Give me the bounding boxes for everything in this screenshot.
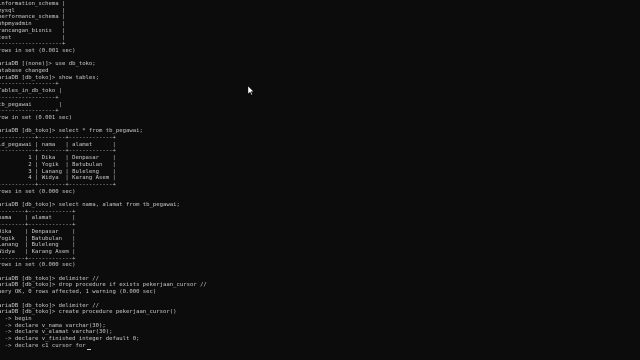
terminal-line: -> declare c1 cursor for bbox=[0, 342, 91, 350]
terminal-line: row in set (0.001 sec) bbox=[0, 114, 73, 121]
terminal-line: rows in set (0.000 sec) bbox=[0, 262, 76, 269]
terminal-line: rows in set (0.001 sec) bbox=[0, 47, 76, 54]
mouse-pointer-icon bbox=[248, 86, 254, 95]
text-cursor bbox=[86, 348, 91, 350]
terminal-line: uery OK, 0 rows affected, 1 warning (0.0… bbox=[0, 289, 157, 296]
terminal-line: rows in set (0.000 sec) bbox=[0, 188, 76, 195]
terminal-output[interactable]: information_schema | mysql | performance_s… bbox=[0, 0, 640, 360]
